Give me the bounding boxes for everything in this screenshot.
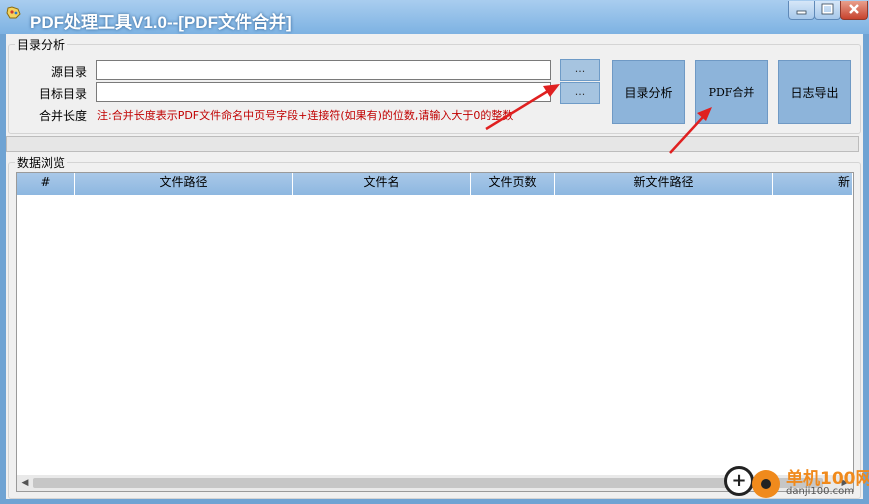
close-icon — [849, 4, 859, 14]
target-dir-label: 目标目录 — [39, 87, 88, 101]
directory-analysis-group: 目录分析 源目录 ... 目标目录 ... 合并长度 注:合并长度表示PDF文件… — [8, 36, 861, 134]
client-area: 目录分析 源目录 ... 目标目录 ... 合并长度 注:合并长度表示PDF文件… — [6, 34, 863, 499]
progress-bar — [6, 136, 859, 152]
scroll-left-icon[interactable]: ◀ — [17, 475, 33, 491]
app-icon — [6, 6, 21, 19]
window-title: PDF处理工具V1.0--[PDF文件合并] — [30, 13, 292, 32]
maximize-button[interactable] — [814, 1, 841, 20]
minimize-button[interactable] — [788, 1, 815, 20]
maximize-icon — [821, 3, 834, 15]
watermark-domain: danji100.com — [786, 486, 854, 497]
close-button[interactable] — [840, 1, 868, 20]
data-grid[interactable]: # 文件路径 文件名 文件页数 新文件路径 新 ◀ ▶ — [16, 172, 854, 492]
column-header-index[interactable]: # — [17, 173, 75, 195]
title-bar: PDF处理工具V1.0--[PDF文件合并] — [0, 0, 869, 34]
data-browse-legend: 数据浏览 — [15, 154, 68, 171]
column-header-new-file-path[interactable]: 新文件路径 — [555, 173, 773, 195]
scrollbar-thumb[interactable] — [33, 478, 823, 488]
watermark-dot-icon — [752, 470, 780, 498]
grid-header: # 文件路径 文件名 文件页数 新文件路径 新 — [17, 173, 853, 195]
minimize-icon — [796, 10, 807, 15]
merge-length-label: 合并长度 — [39, 109, 88, 123]
pdf-merge-button[interactable]: PDF合并 — [695, 60, 768, 124]
source-dir-input[interactable] — [96, 60, 551, 80]
watermark-plus-icon: + — [724, 466, 754, 496]
column-header-file-name[interactable]: 文件名 — [293, 173, 471, 195]
column-header-page-count[interactable]: 文件页数 — [471, 173, 555, 195]
target-dir-input[interactable] — [96, 82, 551, 102]
merge-length-note: 注:合并长度表示PDF文件命名中页号字段+连接符(如果有)的位数,请输入大于0的… — [97, 109, 514, 122]
directory-analysis-legend: 目录分析 — [15, 36, 68, 53]
browse-target-button[interactable]: ... — [560, 82, 600, 104]
column-header-file-path[interactable]: 文件路径 — [75, 173, 293, 195]
browse-source-button[interactable]: ... — [560, 59, 600, 81]
column-header-truncated[interactable]: 新 — [773, 173, 853, 195]
site-watermark: + 单机100网 danji100.com — [718, 462, 869, 504]
analyze-directory-button[interactable]: 目录分析 — [612, 60, 685, 124]
export-log-button[interactable]: 日志导出 — [778, 60, 851, 124]
source-dir-label: 源目录 — [51, 65, 88, 79]
